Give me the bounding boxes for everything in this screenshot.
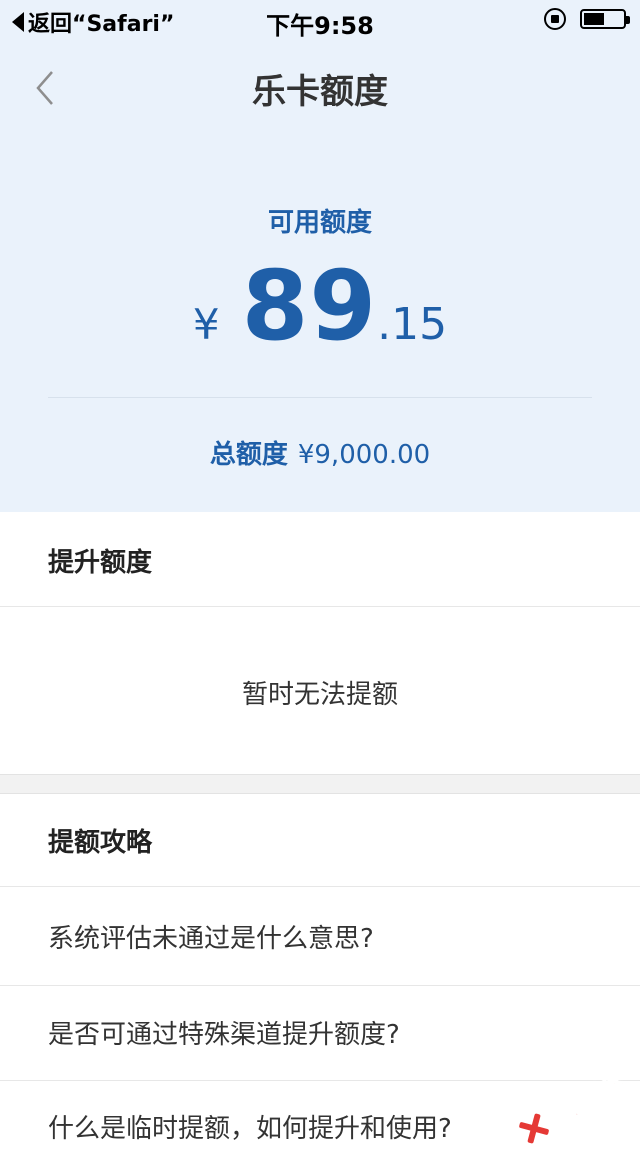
available-credit-label: 可用额度	[267, 208, 372, 238]
available-credit-amount: ¥89.15	[0, 250, 640, 362]
watermark: 卡农社区	[514, 1063, 632, 1149]
battery-icon	[580, 9, 630, 29]
divider	[0, 985, 640, 986]
faq-item[interactable]: 系统评估未通过是什么意思?	[48, 918, 374, 955]
divider	[48, 397, 592, 398]
currency-symbol: ¥	[192, 300, 220, 349]
rotation-lock-icon	[544, 8, 566, 30]
watermark-text: 卡农社区	[542, 1067, 632, 1134]
credit-header: 乐卡额度 可用额度 ¥89.15 总额度 ¥9,000.00	[0, 40, 640, 512]
raise-unavailable-message: 暂时无法提额	[241, 680, 398, 710]
total-credit: 总额度 ¥9,000.00	[0, 434, 640, 471]
total-credit-value: ¥9,000.00	[297, 440, 431, 470]
total-credit-label: 总额度	[209, 440, 288, 470]
status-icons	[544, 8, 630, 30]
amount-decimal: .15	[377, 299, 448, 350]
amount-integer: 89	[241, 250, 378, 362]
divider	[0, 1080, 640, 1081]
page-title: 乐卡额度	[252, 72, 388, 112]
divider	[0, 606, 640, 607]
section-gap	[0, 774, 640, 794]
faq-item[interactable]: 什么是临时提额，如何提升和使用?	[48, 1108, 452, 1145]
guide-title: 提额攻略	[48, 828, 153, 858]
faq-item[interactable]: 是否可通过特殊渠道提升额度?	[48, 1014, 400, 1051]
raise-credit-title: 提升额度	[48, 548, 153, 578]
status-bar: 返回“Safari” 下午9:58	[0, 0, 640, 40]
divider	[0, 886, 640, 887]
